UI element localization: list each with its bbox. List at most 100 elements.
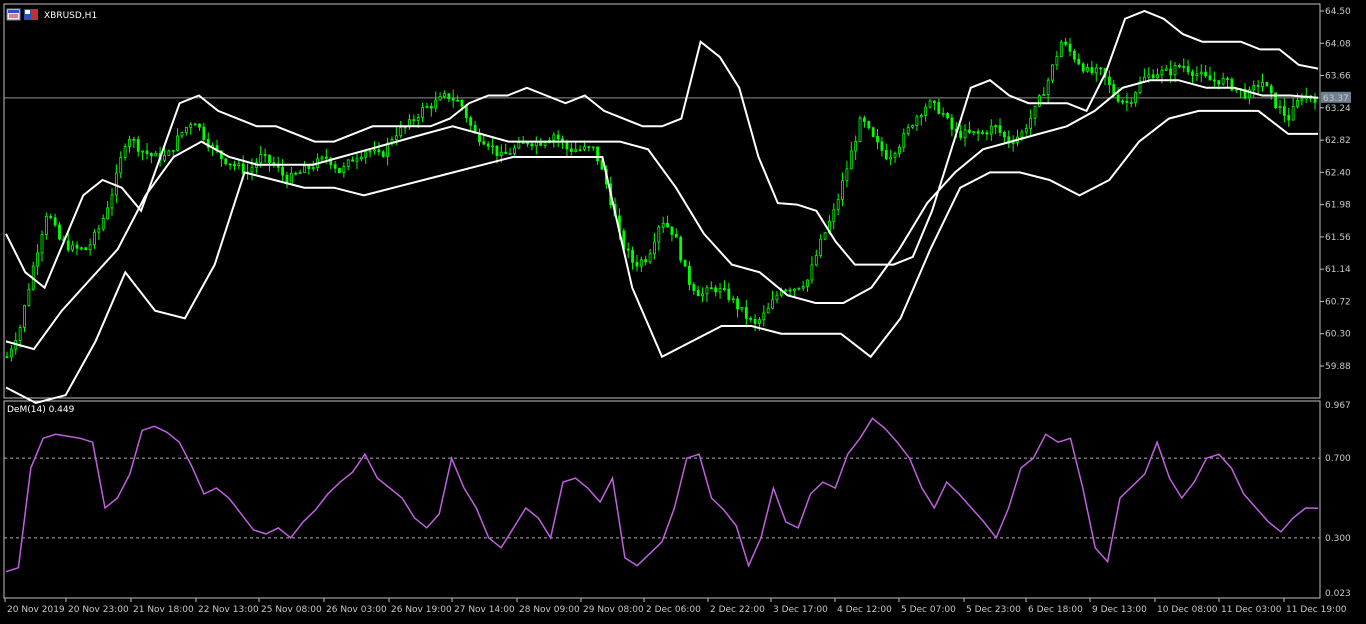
candle-body [132, 138, 136, 141]
candle-body [1046, 79, 1050, 95]
candle-body [491, 145, 494, 148]
candle-body [666, 222, 669, 228]
candle-body [224, 158, 228, 165]
candle-body [429, 105, 433, 109]
candle-body [307, 165, 311, 170]
candle-body [1278, 106, 1282, 109]
candle-body [526, 142, 529, 145]
candle-body [23, 305, 26, 328]
candle-body [58, 224, 61, 240]
time-axis-label: 6 Dec 18:00 [1028, 605, 1083, 615]
time-axis-label: 28 Nov 09:00 [519, 605, 580, 615]
candle-body [97, 228, 101, 233]
candle-body [1300, 98, 1304, 101]
candle-body [1269, 85, 1273, 94]
candle-body [718, 288, 722, 293]
candle-body [180, 131, 184, 137]
candle-body [819, 238, 823, 256]
time-axis-label: 3 Dec 17:00 [773, 605, 828, 615]
candle-body [889, 156, 893, 160]
chart-background [0, 0, 1366, 620]
candle-body [53, 217, 57, 226]
candle-body [762, 312, 766, 321]
candle-body [574, 149, 578, 152]
chart-canvas[interactable]: 64.50 64.08 63.66 63.24 62.82 62.40 61.98 61.56… [0, 0, 1366, 620]
candle-body [513, 147, 516, 154]
time-axis-label: 20 Nov 2019 [7, 605, 65, 615]
candle-body [989, 125, 993, 135]
candle-body [106, 207, 110, 219]
candle-body [806, 279, 809, 287]
candle-body [460, 99, 464, 107]
candle-body [569, 148, 573, 152]
time-axis-label: 9 Dec 13:00 [1092, 605, 1147, 615]
time-axis-label: 29 Nov 08:00 [583, 605, 644, 615]
candle-body [237, 163, 241, 166]
candle-body [355, 158, 359, 162]
candle-body [1020, 131, 1024, 138]
candle-body [854, 141, 858, 152]
time-axis-label: 2 Dec 06:00 [646, 605, 701, 615]
candle-body [110, 194, 114, 209]
price-axis-label: 63.66 [1325, 72, 1351, 82]
candle-body [1072, 50, 1076, 60]
candle-body [849, 150, 853, 170]
candle-body [1059, 41, 1063, 58]
price-axis-label: 62.40 [1325, 168, 1351, 178]
indicator-axis-label: 0.700 [1325, 454, 1351, 464]
indicator-axis-label: 0.300 [1325, 534, 1351, 544]
candle-body [1173, 65, 1177, 76]
trading-chart-window[interactable]: 64.50 64.08 63.66 63.24 62.82 62.40 61.98 61.56… [0, 0, 1366, 620]
candle-body [1033, 105, 1037, 119]
candle-body [1252, 85, 1256, 91]
candle-body [587, 146, 591, 149]
symbol-flag-icon [24, 9, 38, 20]
candle-body [841, 180, 844, 200]
time-axis-label: 27 Nov 14:00 [454, 605, 515, 615]
candle-body [1177, 65, 1181, 67]
candle-body [911, 125, 914, 128]
candle-body [1121, 100, 1124, 103]
candle-body [1204, 71, 1208, 77]
candle-body [937, 102, 941, 114]
candle-body [928, 100, 932, 108]
candle-body [517, 142, 521, 149]
price-axis-label: 61.14 [1325, 265, 1351, 275]
candle-body [27, 288, 31, 306]
candle-body [674, 234, 678, 238]
candle-body [797, 287, 801, 290]
candle-body [709, 287, 713, 290]
candle-body [324, 156, 328, 159]
candle-body [338, 167, 341, 173]
candle-body [49, 215, 53, 219]
candle-body [1291, 105, 1295, 121]
candle-body [176, 135, 180, 151]
candle-body [998, 125, 1002, 133]
candle-body [565, 141, 569, 150]
candle-body [731, 298, 735, 301]
candle-body [963, 129, 967, 139]
candle-body [701, 293, 704, 297]
price-axis-label: 60.72 [1325, 297, 1351, 307]
candle-body [311, 167, 315, 170]
price-axis-label: 64.08 [1325, 39, 1351, 49]
candle-body [412, 119, 416, 122]
candle-body [919, 115, 923, 118]
candle-body [44, 215, 48, 236]
candle-body [801, 285, 805, 289]
time-axis-label: 10 Dec 08:00 [1157, 605, 1218, 615]
candle-body [876, 136, 879, 143]
candle-body [1081, 63, 1085, 72]
candle-body [149, 153, 153, 157]
candle-body [1265, 81, 1269, 87]
candle-body [128, 138, 131, 147]
candle-body [75, 244, 79, 249]
candle-body [451, 98, 455, 101]
candle-body [749, 317, 753, 320]
candle-body [342, 166, 346, 173]
candle-body [1029, 117, 1033, 129]
candle-body [1296, 100, 1299, 107]
time-axis-label: 20 Nov 23:00 [68, 605, 129, 615]
candle-body [320, 156, 324, 160]
candle-body [416, 116, 420, 121]
